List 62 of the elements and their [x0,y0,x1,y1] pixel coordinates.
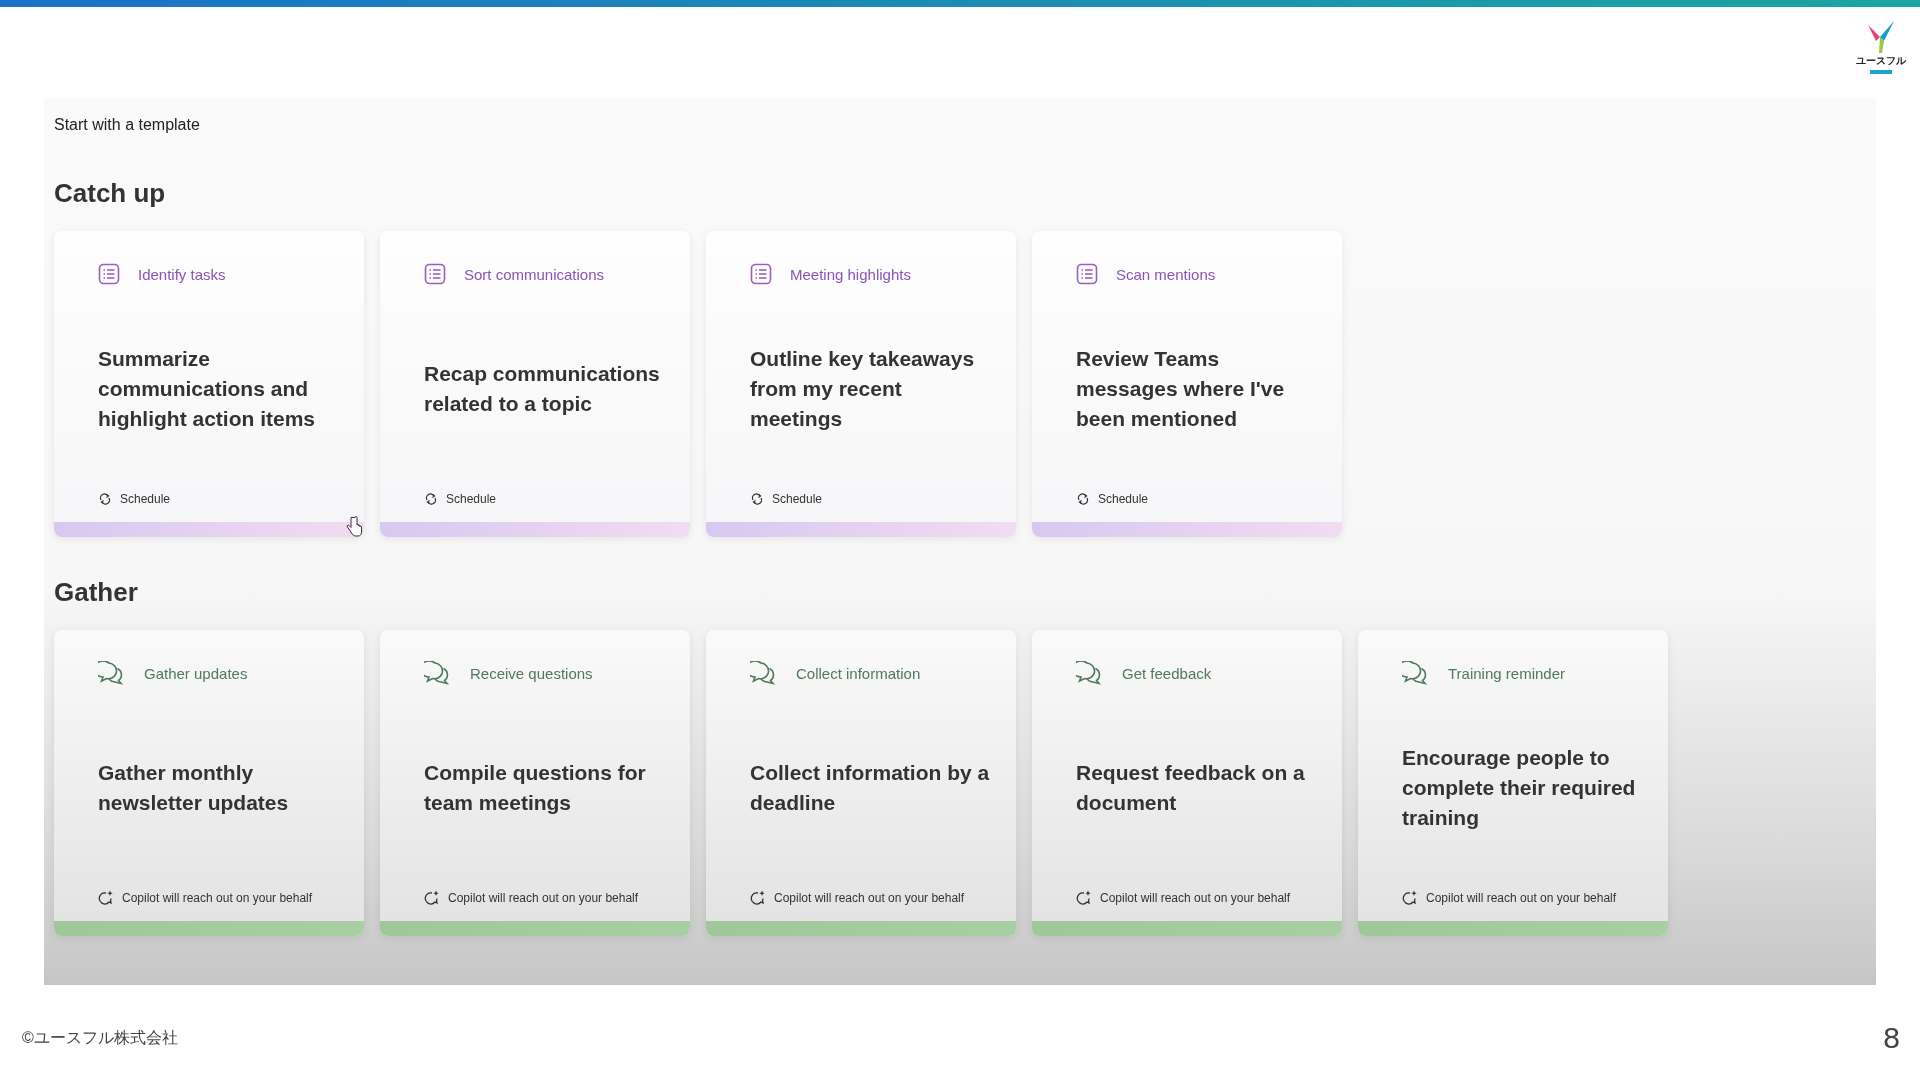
card-title: Encourage people to complete their required training [1402,744,1637,831]
category-label: Sort communications [464,265,605,283]
category-label: Scan mentions [1116,265,1216,283]
category-label: Collect information [796,664,921,682]
category-label: Meeting highlights [790,265,911,283]
template-card[interactable]: Sort communications Recap communications related to a topic Schedule [380,231,690,537]
card-footer-text: Schedule [772,492,823,506]
page-heading: Start with a template [53,115,201,134]
chat-bubbles-icon [1402,661,1430,685]
category-label: Get feedback [1122,664,1212,682]
card-title: Review Teams messages where I've been mentioned [1076,346,1286,432]
repeat-icon [98,492,112,506]
card-footer-text: Copilot will reach out on your behalf [122,890,313,905]
card-title: Gather monthly newsletter updates [98,759,290,816]
logo-badge [1870,70,1892,74]
chat-bubbles-icon [424,661,452,685]
section-title: Catch up [54,178,167,209]
hand-cursor-icon [346,516,362,538]
card-footer-text: Copilot will reach out on your behalf [1100,890,1291,905]
logo-text: ユースフル [1856,54,1906,68]
card-title: Compile questions for team meetings [424,759,647,816]
card-footer-text: Schedule [120,492,171,506]
chat-bubbles-icon [750,661,778,685]
category-label: Training reminder [1448,664,1565,682]
card-footer-text: Schedule [446,492,497,506]
template-card[interactable]: Meeting highlights Outline key takeaways from my recent meetings Schedule [706,231,1016,537]
template-card[interactable]: Scan mentions Review Teams messages where I've been mentioned Schedule [1032,231,1342,537]
card-footer-text: Copilot will reach out on your behalf [774,890,965,905]
card-title: Request feedback on a document [1076,759,1306,816]
template-card[interactable]: Training reminder Encourage people to complete their required training Copilot will reach out on your behalf [1358,630,1668,936]
list-icon [424,263,446,285]
template-card[interactable]: Receive questions Compile questions for team meetings Copilot will reach out on your behalf [380,630,690,936]
repeat-icon [1076,492,1090,506]
copyright-text: ©ユースフル株式会社 [22,1028,178,1048]
template-card[interactable]: Collect information Collect information by a deadline Copilot will reach out on your behalf [706,630,1016,936]
repeat-icon [750,492,764,506]
card-title: Recap communications related to a topic [424,361,661,417]
card-title: Collect information by a deadline [750,759,991,816]
sparkle-chat-icon [424,890,440,905]
template-card[interactable]: Identify tasks Summarize communications and highlight action items Schedule [54,231,364,537]
card-footer-text: Copilot will reach out on your behalf [1426,890,1617,905]
card-title: Outline key takeaways from my recent meetings [750,346,976,432]
template-card[interactable]: Gather updates Gather monthly newsletter updates Copilot will reach out on your behalf [54,630,364,936]
list-icon [750,263,772,285]
list-icon [1076,263,1098,285]
card-footer-text: Schedule [1098,492,1149,506]
sparkle-chat-icon [1402,890,1418,905]
section-title: Gather [54,577,139,608]
chat-bubbles-icon [1076,661,1104,685]
chat-bubbles-icon [98,661,126,685]
sparkle-chat-icon [98,890,114,905]
card-footer-text: Copilot will reach out on your behalf [448,890,639,905]
template-card[interactable]: Get feedback Request feedback on a document Copilot will reach out on your behalf [1032,630,1342,936]
page-number: 8 [1883,1021,1900,1055]
sparkle-chat-icon [1076,890,1092,905]
category-label: Identify tasks [138,265,226,283]
category-label: Receive questions [470,664,593,682]
sparkle-chat-icon [750,890,766,905]
repeat-icon [424,492,438,506]
card-title: Summarize communications and highlight action items [98,346,316,432]
list-icon [98,263,120,285]
category-label: Gather updates [144,664,248,682]
